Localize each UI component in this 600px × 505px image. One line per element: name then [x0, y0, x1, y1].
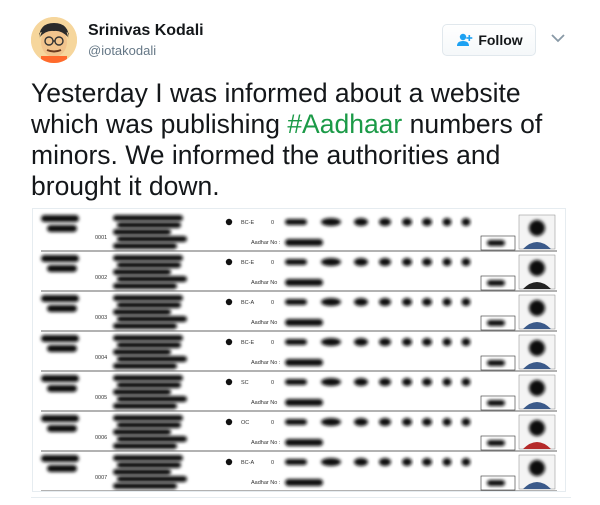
divider [31, 497, 571, 498]
row-aadhar-label: Aadhar No [251, 320, 277, 326]
row-id: 0002 [95, 275, 107, 281]
display-name[interactable]: Srinivas Kodali [88, 22, 204, 40]
document-row: 0002 BC-E 0 Aadhar No [41, 254, 557, 292]
row-id: 0004 [95, 355, 107, 361]
redacted-document: 0001BC-E 0Aadhar No :0002BC-E 0Aadhar No00… [41, 214, 557, 491]
document-row: 0007 BC-A 0 Aadhar No : [41, 454, 557, 491]
row-category: BC-A [241, 300, 254, 306]
row-zero: 0 [271, 420, 274, 426]
document-row: 0004 BC-E 0 Aadhar No : [41, 334, 557, 372]
hashtag-link[interactable]: #Aadhaar [287, 109, 402, 139]
follow-button[interactable]: Follow [442, 24, 536, 56]
row-aadhar-label: Aadhar No : [251, 480, 281, 486]
document-row: 0001 BC-E 0 Aadhar No : [41, 214, 557, 252]
follow-label: Follow [478, 32, 523, 48]
row-id: 0007 [95, 475, 107, 481]
user-handle[interactable]: @iotakodali [88, 43, 156, 58]
row-category: OC [241, 420, 249, 426]
document-row: 0005 SC 0 Aadhar No [41, 374, 557, 412]
row-zero: 0 [271, 460, 274, 466]
add-user-icon [457, 33, 473, 46]
row-aadhar-label: Aadhar No : [251, 240, 281, 246]
row-category: BC-E [241, 340, 254, 346]
row-zero: 0 [271, 380, 274, 386]
avatar[interactable] [31, 17, 77, 63]
row-category: BC-A [241, 460, 254, 466]
tweet-text: Yesterday I was informed about a website… [31, 78, 571, 202]
row-id: 0003 [95, 315, 107, 321]
row-id: 0006 [95, 435, 107, 441]
row-aadhar-label: Aadhar No [251, 280, 277, 286]
chevron-down-icon[interactable] [550, 32, 566, 44]
row-zero: 0 [271, 340, 274, 346]
row-zero: 0 [271, 300, 274, 306]
row-aadhar-label: Aadhar No : [251, 360, 281, 366]
row-category: BC-E [241, 220, 254, 226]
row-id: 0005 [95, 395, 107, 401]
row-category: BC-E [241, 260, 254, 266]
row-zero: 0 [271, 260, 274, 266]
document-row: 0006 OC 0 Aadhar No : [41, 414, 557, 452]
row-zero: 0 [271, 220, 274, 226]
tweet-media-image[interactable]: 0001 BC-E 0 Aadhar No :0002 BC-E 0 Aadhar No 00… [32, 208, 566, 492]
row-category: SC [241, 380, 249, 386]
row-aadhar-label: Aadhar No : [251, 440, 281, 446]
row-id: 0001 [95, 235, 107, 241]
document-row: 0003 BC-A 0 Aadhar No [41, 294, 557, 332]
row-aadhar-label: Aadhar No [251, 400, 277, 406]
avatar-illustration [31, 17, 77, 63]
